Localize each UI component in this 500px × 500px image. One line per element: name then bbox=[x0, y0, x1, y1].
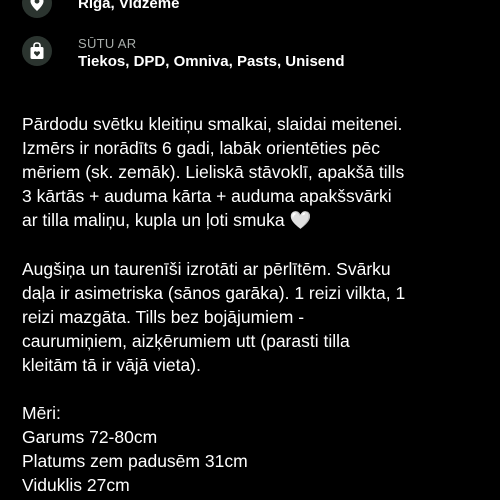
description-line-with-heart: ar tilla maliņu, kupla un ļoti smuka 🤍 bbox=[22, 208, 492, 233]
location-pin-icon bbox=[22, 0, 52, 18]
listing-description: Pārdodu svētku kleitiņu smalkai, slaidai… bbox=[22, 112, 492, 500]
description-line: reizi mazgāta. Tills bez bojājumiem - bbox=[22, 307, 305, 327]
location-value: Riga, Vidzeme bbox=[78, 0, 180, 12]
description-line: caurumiņiem, aizķērumiem utt (parasti ti… bbox=[22, 331, 350, 351]
white-heart-icon: 🤍 bbox=[289, 211, 312, 231]
measurement-item: Viduklis 27cm bbox=[22, 475, 130, 495]
description-line: daļa ir asimetriska (sānos garāka). 1 re… bbox=[22, 283, 406, 303]
description-line: mēriem (sk. zemāk). Lieliskā stāvoklī, a… bbox=[22, 162, 405, 182]
description-line: ar tilla maliņu, kupla un ļoti smuka bbox=[22, 210, 285, 230]
shipping-row: SŪTU AR Tiekos, DPD, Omniva, Pasts, Unis… bbox=[22, 36, 344, 72]
shipping-caption: SŪTU AR bbox=[78, 36, 137, 51]
description-paragraph-1: Pārdodu svētku kleitiņu smalkai, slaidai… bbox=[22, 112, 492, 233]
description-line: Izmērs ir norādīts 6 gadi, labāk orientē… bbox=[22, 138, 380, 158]
measurements-section: Mēri: Garums 72-80cm Platums zem padusēm… bbox=[22, 401, 492, 497]
measurement-item: Garums 72-80cm bbox=[22, 427, 158, 447]
shopping-bag-icon bbox=[22, 36, 52, 66]
description-line: Pārdodu svētku kleitiņu smalkai, slaidai… bbox=[22, 114, 403, 134]
description-line: kleitām tā ir vājā vieta). bbox=[22, 355, 201, 375]
location-row: Riga, Vidzeme bbox=[22, 0, 179, 18]
description-line: 3 kārtās + auduma kārta + auduma apakšsv… bbox=[22, 186, 392, 206]
shipping-value: Tiekos, DPD, Omniva, Pasts, Unisend bbox=[78, 53, 345, 70]
measurement-item: Platums zem padusēm 31cm bbox=[22, 451, 248, 471]
measurements-title: Mēri: bbox=[22, 403, 61, 423]
description-paragraph-2: Augšiņa un taurenīši izrotāti ar pērlītē… bbox=[22, 257, 492, 377]
description-line: Augšiņa un taurenīši izrotāti ar pērlītē… bbox=[22, 259, 391, 279]
